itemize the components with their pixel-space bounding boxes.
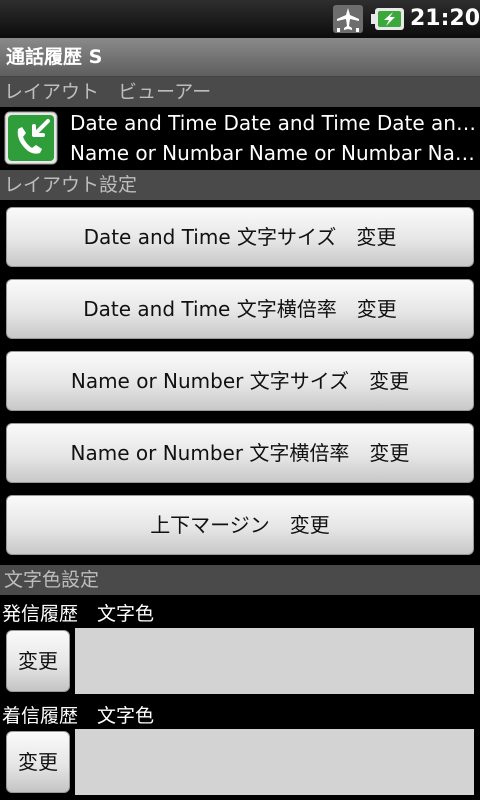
preview-name-number: Name or Numbar Name or Numbar Name or Nu… — [70, 141, 478, 165]
section-layout-settings: レイアウト設定 — [0, 170, 480, 200]
date-time-scale-button[interactable]: Date and Time 文字横倍率 変更 — [6, 279, 474, 339]
app-title: 通話履歴 S — [6, 46, 103, 68]
app-screen: 21:20 通話履歴 S レイアウト ビューアー Date and Time D… — [0, 0, 480, 800]
airplane-mode-icon — [333, 5, 363, 33]
section-text-color-settings-label: 文字色設定 — [4, 569, 100, 591]
outgoing-color-label: 発信履歴 文字色 — [2, 603, 155, 625]
incoming-color-swatch — [75, 729, 474, 795]
incoming-color-label: 着信履歴 文字色 — [2, 705, 155, 727]
incoming-color-change-button[interactable]: 変更 — [6, 731, 70, 793]
section-text-color-settings: 文字色設定 — [0, 565, 480, 595]
battery-charging-icon — [371, 8, 404, 30]
layout-preview: Date and Time Date and Time Date and Tim… — [0, 108, 480, 168]
name-number-font-size-button[interactable]: Name or Number 文字サイズ 変更 — [6, 351, 474, 411]
title-bar: 通話履歴 S — [0, 38, 480, 77]
outgoing-color-change-button[interactable]: 変更 — [6, 630, 70, 692]
outgoing-color-swatch — [75, 628, 474, 694]
section-layout-settings-label: レイアウト設定 — [4, 174, 138, 196]
vertical-margin-button[interactable]: 上下マージン 変更 — [6, 495, 474, 555]
date-time-font-size-button[interactable]: Date and Time 文字サイズ 変更 — [6, 207, 474, 267]
preview-date-time: Date and Time Date and Time Date and Tim… — [70, 111, 478, 135]
outgoing-call-icon — [4, 111, 58, 165]
status-clock: 21:20 — [410, 6, 480, 31]
section-layout-viewer: レイアウト ビューアー — [0, 77, 480, 107]
section-layout-viewer-label: レイアウト ビューアー — [4, 81, 212, 103]
status-bar: 21:20 — [0, 0, 480, 38]
name-number-scale-button[interactable]: Name or Number 文字横倍率 変更 — [6, 423, 474, 483]
